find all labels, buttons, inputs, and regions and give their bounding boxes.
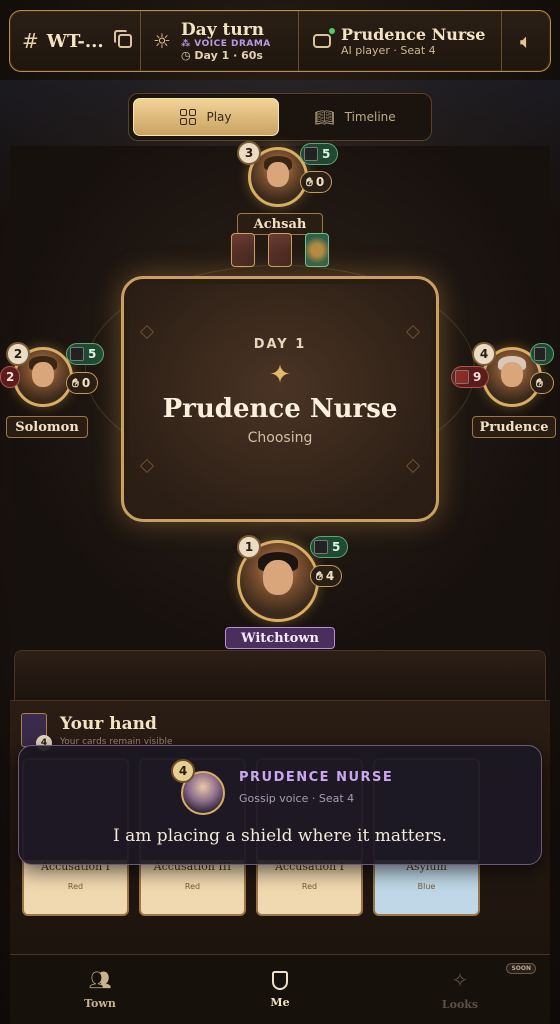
card-count-value: 5 (88, 347, 97, 361)
seat-number-solomon: 2 (6, 342, 30, 366)
played-card[interactable] (231, 233, 255, 267)
sparkle-icon: ✧ (451, 968, 469, 992)
hand-count-solomon: ✋︎ 0 (66, 372, 99, 394)
turn-info-text: Day 1 · 60s (194, 48, 263, 62)
card-color: Red (184, 882, 201, 891)
hand-count-value: 0 (315, 175, 325, 189)
copy-icon[interactable] (113, 30, 132, 48)
seat-number-prudence: 4 (472, 342, 496, 366)
red-badge-solomon: 2 (0, 366, 21, 388)
card-count-value: 5 (332, 540, 341, 554)
hand-count-value: 4 (325, 569, 335, 583)
card-count-achsah: 5 (300, 143, 339, 165)
active-player-sub: AI player · Seat 4 (341, 44, 436, 57)
played-card[interactable] (305, 233, 329, 267)
card-count-solomon: 5 (66, 343, 105, 365)
speaker-message: I am placing a shield where it matters. (113, 826, 447, 846)
card-count-value: 5 (322, 147, 331, 161)
nameplate-me: Witchtown (225, 627, 335, 649)
card-count-prudence (530, 343, 554, 365)
tab-play[interactable]: Play (133, 98, 279, 136)
active-player-section: Prudence Nurse AI player · Seat 4 (299, 11, 502, 71)
active-player-name: Prudence Nurse (341, 25, 486, 44)
hand-icon: ✋︎ (316, 568, 323, 583)
speaker-sub: Gossip voice · Seat 4 (239, 792, 355, 805)
book-icon: 📖︎ (314, 107, 335, 127)
nameplate-achsah: Achsah (237, 213, 323, 235)
room-code-section[interactable]: # WT-... (10, 11, 141, 71)
robot-icon (313, 28, 335, 48)
card-icon (455, 370, 469, 384)
turn-title: Day turn (180, 19, 265, 40)
tab-play-label: Play (206, 110, 232, 124)
soon-badge: SOON (506, 963, 536, 974)
nameplate-solomon: Solomon (6, 416, 88, 438)
red-badge-prudence: 9 (451, 366, 490, 388)
nav-looks[interactable]: ✧ Looks SOON (370, 955, 550, 1024)
room-code: WT-... (46, 30, 104, 52)
hand-count-me: ✋︎ 4 (310, 565, 343, 587)
speaker-seat: 4 (171, 759, 195, 783)
card-color: Red (67, 882, 84, 891)
voice-toast: 4 PRUDENCE NURSE Gossip voice · Seat 4 I… (18, 745, 542, 865)
bottom-nav: 👥︎ Town Me ✧ Looks SOON (10, 954, 550, 1024)
turn-status: Choosing (247, 430, 313, 446)
played-card[interactable] (268, 233, 292, 267)
nav-town[interactable]: 👥︎ Town (10, 955, 190, 1024)
hand-count-achsah: ✋︎ 0 (300, 171, 333, 193)
turn-section: ☼ Day turn ⁂ VOICE DRAMA ◷ Day 1 · 60s (141, 11, 299, 71)
turn-center-panel: DAY 1 ✦ Prudence Nurse Choosing (121, 276, 439, 522)
ornament (139, 458, 155, 474)
seat-number-achsah: 3 (237, 141, 261, 165)
top-bar: # WT-... ☼ Day turn ⁂ VOICE DRAMA ◷ Day … (9, 10, 551, 72)
card-icon (534, 347, 546, 361)
hash-icon: # (22, 29, 39, 53)
current-player-name: Prudence Nurse (162, 394, 398, 424)
card-icon (304, 147, 318, 161)
nameplate-prudence: Prudence (472, 416, 556, 438)
nav-me[interactable]: Me (190, 955, 370, 1024)
hand-shelf (14, 650, 546, 702)
voice-drama-label: VOICE DRAMA (194, 38, 271, 49)
nav-town-label: Town (84, 996, 116, 1010)
nav-looks-label: Looks (441, 998, 479, 1011)
tab-timeline[interactable]: 📖︎ Timeline (283, 98, 427, 136)
grid-icon (180, 109, 197, 125)
ornament (405, 458, 421, 474)
hand-icon: ✋︎ (72, 375, 79, 390)
sparkle-icon: ✦ (269, 360, 291, 390)
sound-button[interactable]: 🔈︎ (502, 11, 550, 71)
red-count-value: 9 (473, 370, 482, 384)
turn-info: ◷ Day 1 · 60s (181, 49, 271, 62)
card-color: Blue (417, 882, 436, 891)
clock-icon: ◷ (180, 48, 195, 62)
voice-drama-badge: ⁂ VOICE DRAMA (180, 38, 271, 49)
hand-icon: ✋︎ (306, 174, 313, 189)
hand-icon: ✋︎ (536, 375, 543, 390)
speaker-name: PRUDENCE NURSE (239, 770, 394, 785)
hand-count-prudence: ✋︎ (530, 372, 554, 394)
hand-title: Your hand (60, 714, 157, 734)
card-count-me: 5 (310, 536, 349, 558)
card-icon (70, 347, 84, 361)
shield-icon (272, 970, 288, 990)
people-icon: 👥︎ (88, 969, 112, 991)
view-tabs: Play 📖︎ Timeline (128, 93, 432, 141)
nav-me-label: Me (270, 995, 290, 1009)
sun-icon: ☼ (153, 29, 171, 53)
speaker-icon: 🔈︎ (520, 29, 532, 53)
card-icon (314, 540, 328, 554)
hand-count-value: 0 (81, 376, 91, 390)
card-color: Red (301, 882, 318, 891)
day-label: DAY 1 (253, 337, 307, 352)
seat-number-me: 1 (237, 535, 261, 559)
tab-timeline-label: Timeline (344, 110, 396, 124)
